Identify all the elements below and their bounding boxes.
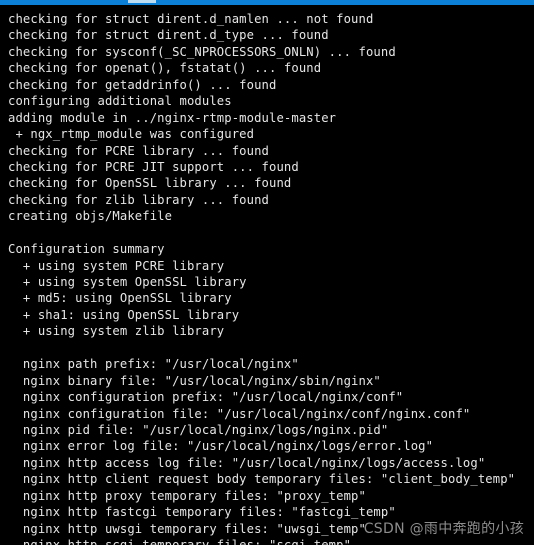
terminal-line: adding module in ../nginx-rtmp-module-ma… xyxy=(8,110,337,125)
terminal-line: checking for openat(), fstatat() ... fou… xyxy=(8,61,322,76)
terminal-line: + sha1: using OpenSSL library xyxy=(8,307,240,322)
terminal-line: + using system PCRE library xyxy=(8,258,225,273)
terminal-line: creating objs/Makefile xyxy=(8,209,173,224)
window-top-bar-highlight xyxy=(128,0,156,3)
terminal-line: + md5: using OpenSSL library xyxy=(8,291,232,306)
terminal-line: nginx binary file: "/usr/local/nginx/sbi… xyxy=(8,373,381,388)
terminal-line: nginx http access log file: "/usr/local/… xyxy=(8,455,486,470)
terminal-line: + using system zlib library xyxy=(8,324,225,339)
terminal-line: checking for OpenSSL library ... found xyxy=(8,176,292,191)
terminal-line: checking for zlib library ... found xyxy=(8,192,270,207)
terminal-window: checking for struct dirent.d_namlen ... … xyxy=(0,0,534,545)
terminal-line: nginx path prefix: "/usr/local/nginx" xyxy=(8,357,299,372)
terminal-line: nginx configuration file: "/usr/local/ng… xyxy=(8,406,471,421)
csdn-watermark: CSDN @雨中奔跑的小孩 xyxy=(363,521,524,537)
terminal-line: checking for struct dirent.d_namlen ... … xyxy=(8,12,374,26)
terminal-line: nginx error log file: "/usr/local/nginx/… xyxy=(8,439,434,454)
terminal-line: checking for PCRE library ... found xyxy=(8,143,270,158)
terminal-output[interactable]: checking for struct dirent.d_namlen ... … xyxy=(0,5,534,545)
terminal-line: + using system OpenSSL library xyxy=(8,275,247,289)
terminal-line: + ngx_rtmp_module was configured xyxy=(8,127,255,142)
terminal-line: nginx http proxy temporary files: "proxy… xyxy=(8,488,366,503)
terminal-line: checking for PCRE JIT support ... found xyxy=(8,159,299,174)
terminal-line: Configuration summary xyxy=(8,242,165,257)
terminal-line: checking for getaddrinfo() ... found xyxy=(8,77,277,92)
terminal-line: nginx pid file: "/usr/local/nginx/logs/n… xyxy=(8,422,389,437)
terminal-line: nginx http client request body temporary… xyxy=(8,472,516,487)
terminal-line: configuring additional modules xyxy=(8,94,232,109)
terminal-line: checking for struct dirent.d_type ... fo… xyxy=(8,28,329,43)
terminal-line: nginx configuration prefix: "/usr/local/… xyxy=(8,390,404,405)
terminal-line: checking for sysconf(_SC_NPROCESSORS_ONL… xyxy=(8,44,396,59)
terminal-line: nginx http scgi temporary files: "scgi_t… xyxy=(8,538,352,545)
